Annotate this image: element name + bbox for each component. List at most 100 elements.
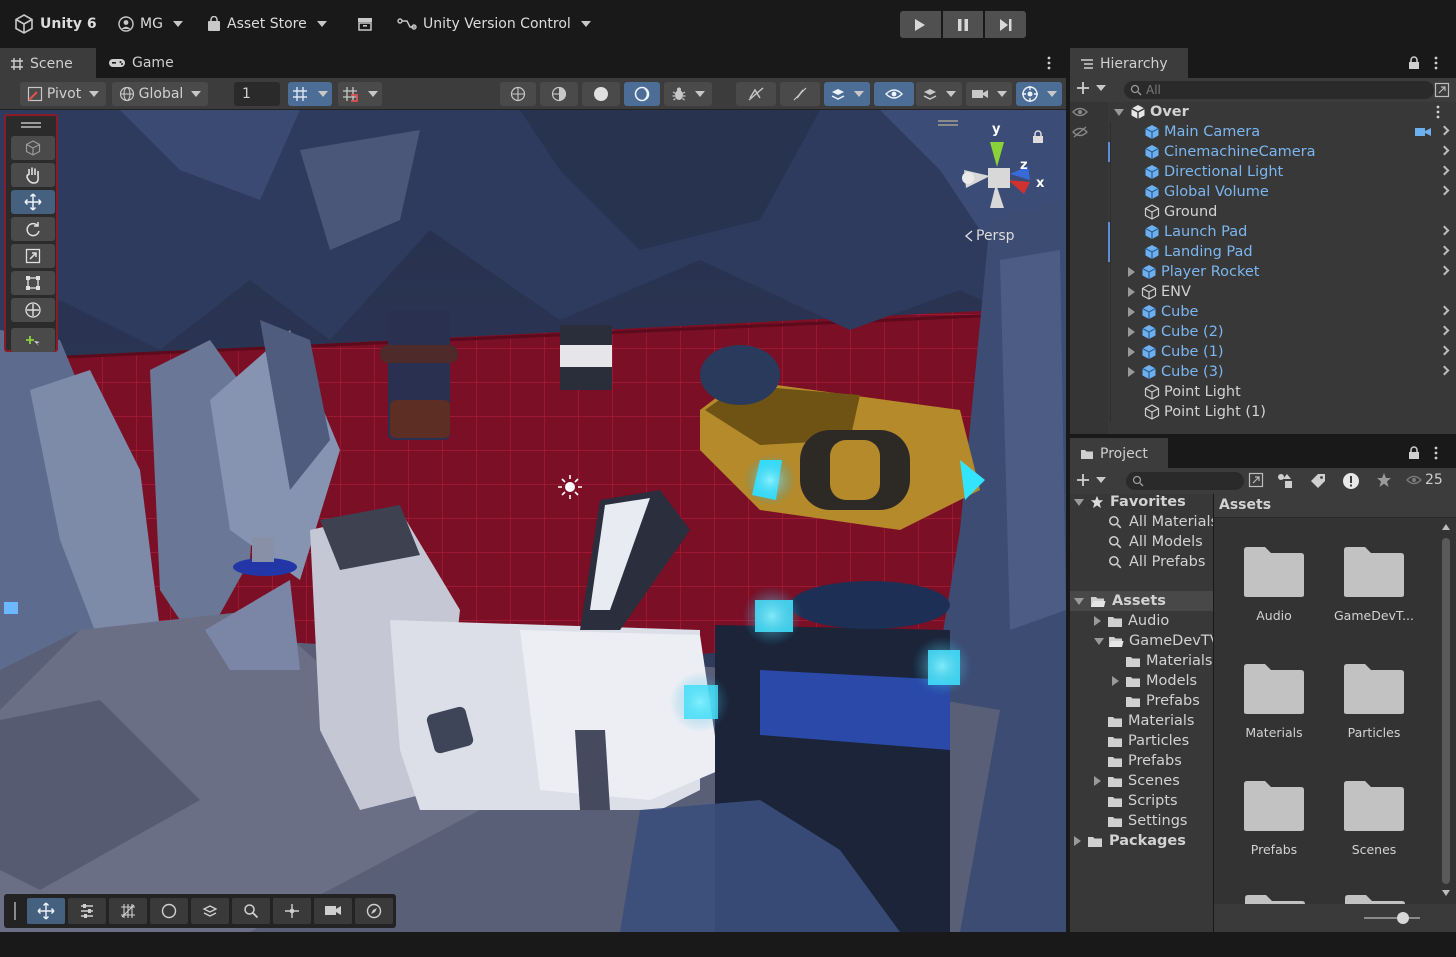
asset-folder-tile[interactable] [1344, 894, 1406, 904]
asset-folder-tile[interactable]: Materials [1224, 663, 1324, 740]
drag-handle[interactable] [14, 902, 16, 920]
tree-folder-prefabs[interactable]: Prefabs [1094, 751, 1182, 771]
persp-toggle[interactable]: Persp [964, 228, 1015, 244]
chevron-right-icon[interactable] [1439, 225, 1450, 236]
rotate-tool-button[interactable] [11, 217, 55, 241]
tree-assets[interactable]: Assets [1070, 591, 1213, 611]
custom-tool-button[interactable] [11, 328, 55, 352]
overlay-navigation-button[interactable] [355, 898, 393, 924]
expand-arrow-icon[interactable] [1094, 616, 1101, 626]
chevron-right-icon[interactable] [1439, 125, 1450, 136]
hierarchy-item[interactable]: Cube [1128, 302, 1456, 322]
expand-arrow-icon[interactable] [1128, 347, 1135, 357]
asset-folder-tile[interactable]: Particles [1324, 663, 1424, 740]
hierarchy-item[interactable]: Cube (1) [1128, 342, 1456, 362]
tree-folder-scenes[interactable]: Scenes [1094, 771, 1180, 791]
effects-dropdown[interactable] [824, 82, 870, 106]
expand-arrow-icon[interactable] [1128, 327, 1135, 337]
lock-icon[interactable] [1408, 56, 1420, 70]
expand-arrow-icon[interactable] [1074, 498, 1084, 506]
view-tool-button[interactable] [11, 136, 55, 160]
hierarchy-item[interactable]: Landing Pad [1144, 242, 1456, 262]
camera-settings-dropdown[interactable] [966, 82, 1012, 106]
version-control-dropdown[interactable]: Unity Version Control [397, 12, 591, 36]
scene-picker-icon[interactable] [1434, 82, 1450, 98]
icon-size-slider[interactable] [1364, 917, 1420, 919]
tree-all-materials[interactable]: All Materials [1108, 512, 1213, 532]
overlay-pivot-button[interactable] [273, 898, 311, 924]
chevron-right-icon[interactable] [1439, 265, 1450, 276]
expand-arrow-icon[interactable] [1112, 676, 1119, 686]
tree-all-models[interactable]: All Models [1108, 532, 1203, 552]
create-dropdown[interactable] [1076, 81, 1106, 95]
overlay-grid-button[interactable] [109, 898, 147, 924]
hierarchy-search[interactable]: All [1124, 81, 1434, 99]
chevron-right-icon[interactable] [1439, 365, 1450, 376]
hierarchy-item[interactable]: Player Rocket [1128, 262, 1456, 282]
expand-arrow-icon[interactable] [1128, 267, 1135, 277]
chevron-right-icon[interactable] [1439, 185, 1450, 196]
asset-folder-tile[interactable] [1244, 894, 1306, 904]
tree-folder-gd-prefabs[interactable]: Prefabs [1112, 691, 1200, 711]
orientation-gizmo[interactable]: y z x Persp [950, 122, 1060, 244]
warning-icon[interactable] [1342, 472, 1360, 490]
asset-store-dropdown[interactable]: Asset Store [207, 12, 327, 36]
tab-game[interactable]: Game [98, 48, 184, 78]
tree-folder-settings[interactable]: Settings [1094, 811, 1187, 831]
chevron-right-icon[interactable] [1439, 325, 1450, 336]
expand-arrow-icon[interactable] [1128, 367, 1135, 377]
expand-arrow-icon[interactable] [1074, 597, 1084, 605]
hand-tool-button[interactable] [11, 163, 55, 187]
pause-button[interactable] [942, 11, 984, 38]
grid-snap-toggle[interactable] [288, 82, 332, 106]
shading-shaded-wireframe-button[interactable] [540, 82, 578, 106]
lock-icon[interactable] [1408, 446, 1420, 460]
more-options-icon[interactable] [1432, 445, 1440, 461]
scene-root-row[interactable]: Over [1114, 102, 1456, 122]
project-search[interactable] [1126, 472, 1244, 490]
transform-tool-button[interactable] [11, 298, 55, 322]
tab-project[interactable]: Project [1070, 438, 1168, 468]
hierarchy-item[interactable]: ENV [1128, 282, 1456, 302]
expand-arrow-icon[interactable] [1074, 836, 1081, 846]
tree-folder-gd-materials[interactable]: Materials [1112, 651, 1212, 671]
asset-folder-tile[interactable]: Prefabs [1224, 780, 1324, 857]
overlay-layers-button[interactable] [191, 898, 229, 924]
eye-icon[interactable] [1072, 106, 1088, 118]
tree-folder-particles[interactable]: Particles [1094, 731, 1189, 751]
overlay-lighting-button[interactable] [150, 898, 188, 924]
lock-icon[interactable] [1032, 130, 1044, 144]
unity-logo-menu[interactable]: Unity 6 [14, 12, 97, 36]
tag-icon[interactable] [1310, 473, 1326, 489]
shading-lit-button[interactable] [624, 82, 660, 106]
eye-hidden-icon[interactable] [1072, 126, 1088, 138]
expand-arrow-icon[interactable] [1094, 776, 1101, 786]
step-button[interactable] [985, 11, 1027, 38]
expand-arrow-icon[interactable] [1094, 637, 1104, 645]
archive-button[interactable] [357, 12, 373, 36]
global-dropdown[interactable]: Global [112, 82, 208, 106]
hierarchy-item[interactable]: Cube (2) [1128, 322, 1456, 342]
drag-handle[interactable] [21, 122, 41, 124]
expand-arrow-icon[interactable] [1114, 108, 1124, 116]
asset-folder-tile[interactable]: GameDevT... [1324, 546, 1424, 623]
scroll-down-icon[interactable] [1442, 890, 1450, 896]
expand-arrow-icon[interactable] [1128, 307, 1135, 317]
debug-mode-dropdown[interactable] [664, 82, 712, 106]
tree-all-prefabs[interactable]: All Prefabs [1108, 552, 1205, 572]
hierarchy-item[interactable]: Global Volume [1144, 182, 1456, 202]
more-options-icon[interactable] [1044, 55, 1054, 71]
expand-arrow-icon[interactable] [1128, 287, 1135, 297]
hierarchy-item[interactable]: Main Camera [1144, 122, 1456, 142]
pivot-dropdown[interactable]: Pivot [20, 82, 106, 106]
asset-folder-tile[interactable]: Audio [1224, 546, 1324, 623]
move-tool-button[interactable] [11, 190, 55, 214]
scale-tool-button[interactable] [11, 244, 55, 268]
hierarchy-item[interactable]: Cube (3) [1128, 362, 1456, 382]
tree-folder-scripts[interactable]: Scripts [1094, 791, 1178, 811]
filter-type-icon[interactable] [1276, 472, 1294, 490]
hierarchy-item[interactable]: Point Light (1) [1144, 402, 1456, 422]
more-options-icon[interactable] [1434, 104, 1442, 120]
breadcrumb-assets[interactable]: Assets [1219, 497, 1271, 513]
star-icon[interactable] [1376, 472, 1392, 488]
